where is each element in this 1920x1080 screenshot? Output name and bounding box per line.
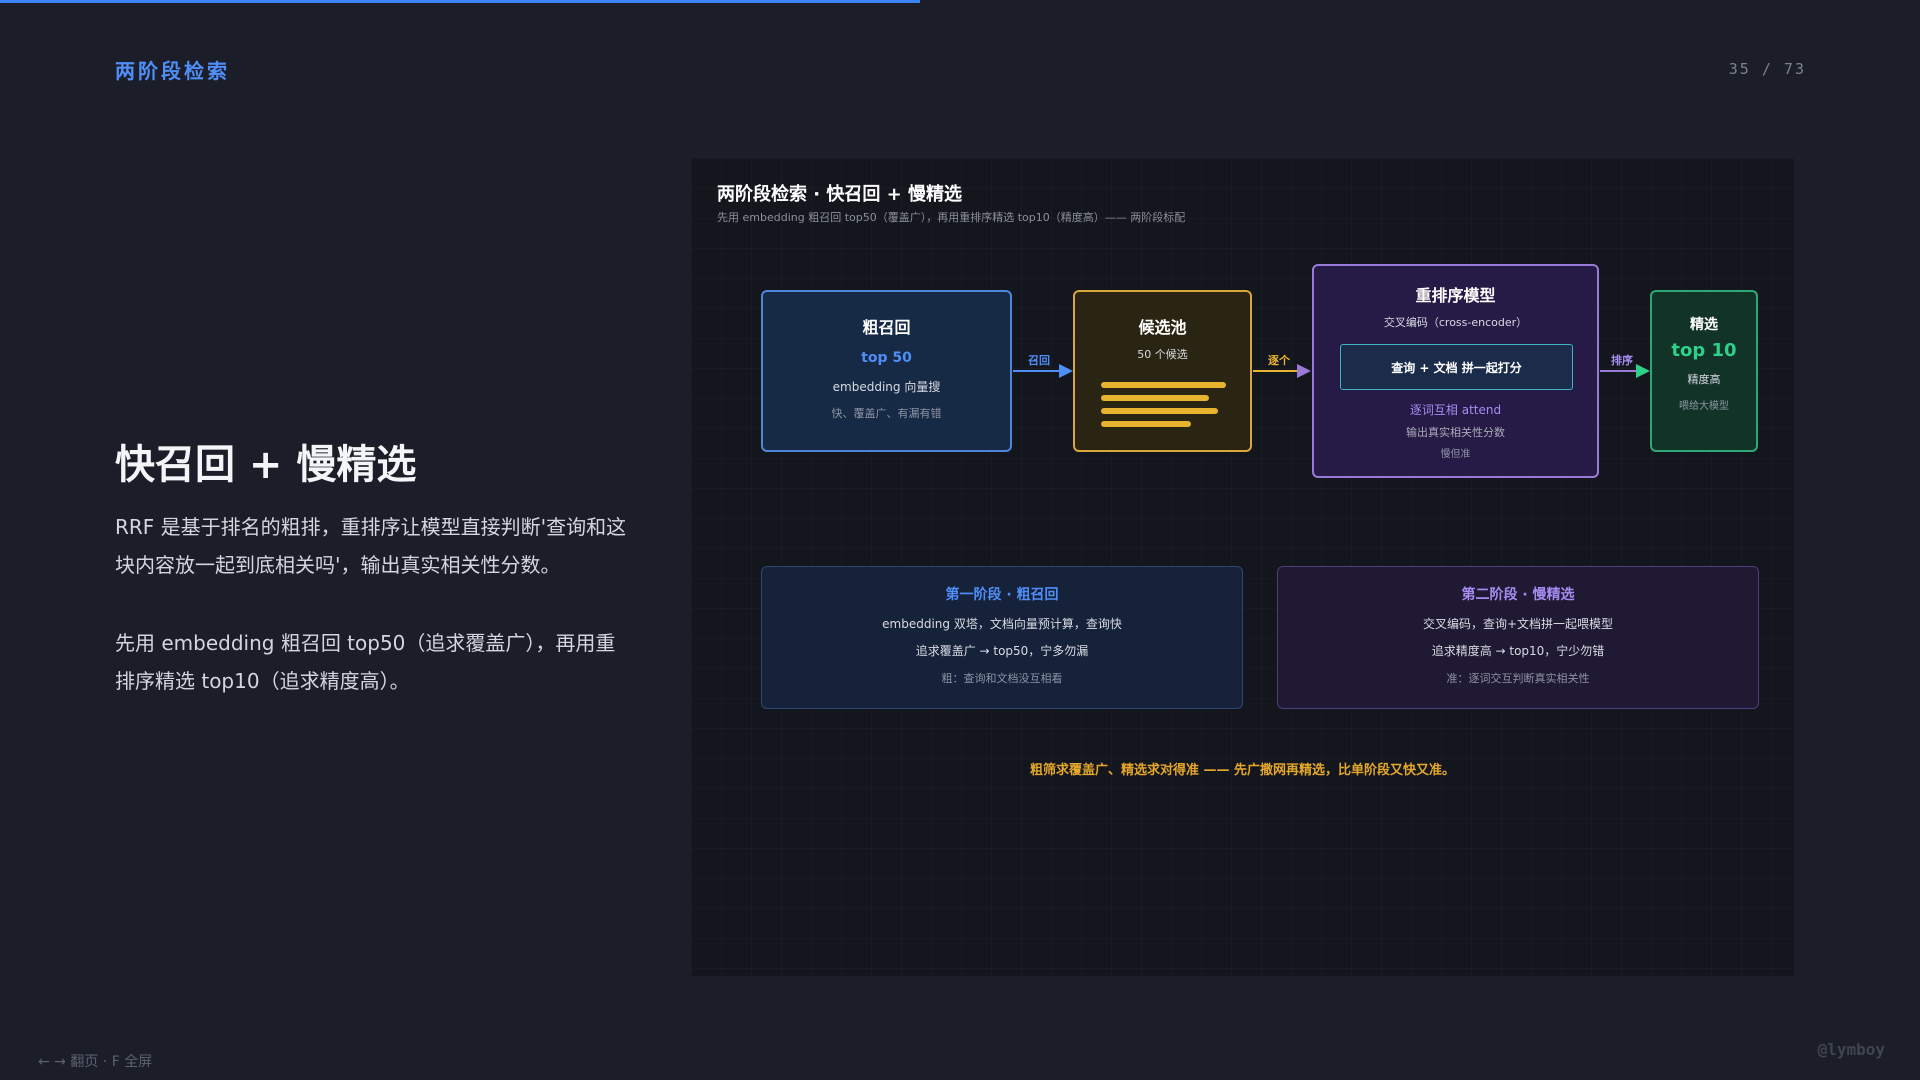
stage-1-title: 第一阶段 · 粗召回	[945, 587, 1059, 603]
reranker-box: 重排序模型 交叉编码（cross-encoder） 查询 + 文档 拼一起打分 …	[1312, 264, 1599, 478]
stage-1-card: 第一阶段 · 粗召回 embedding 双塔，文档向量预计算，查询快 追求覆盖…	[761, 566, 1243, 709]
stage-1-line2: 追求覆盖广 → top50，宁多勿漏	[915, 644, 1089, 658]
rerank-inner-box: 查询 + 文档 拼一起打分	[1340, 344, 1573, 390]
selected-box: 精选 top 10 精度高 喂给大模型	[1650, 290, 1758, 452]
stage-2-note: 准：逐词交互判断真实相关性	[1446, 672, 1590, 685]
candidate-bar	[1101, 408, 1218, 414]
rerank-note: 慢但准	[1440, 449, 1471, 460]
progress-fill	[0, 0, 920, 3]
candidate-bar	[1101, 395, 1209, 401]
page-counter: 35 / 73	[1728, 60, 1806, 78]
candidate-pool-box: 候选池 50 个候选	[1073, 290, 1252, 452]
stage-2-title: 第二阶段 · 慢精选	[1461, 587, 1575, 603]
arrow-label-sort: 排序	[1611, 354, 1633, 367]
candidate-bars	[1101, 382, 1226, 434]
diagram-title: 两阶段检索 · 快召回 + 慢精选	[717, 184, 962, 205]
rerank-highlight: 逐词互相 attend	[1409, 403, 1502, 417]
progress-bar	[0, 0, 1920, 3]
stage-1-note: 粗：查询和文档没互相看	[941, 672, 1063, 685]
stage-1-line1: embedding 双塔，文档向量预计算，查询快	[882, 617, 1122, 631]
stage-2-line2: 追求精度高 → top10，宁少勿错	[1431, 644, 1605, 658]
rerank-line: 交叉编码（cross-encoder）	[1383, 316, 1528, 329]
pool-line: 50 个候选	[1137, 348, 1188, 361]
paragraph-two-stage: 先用 embedding 粗召回 top50（追求覆盖广），再用重排序精选 to…	[115, 631, 616, 693]
paragraph-rrf: RRF 是基于排名的粗排，重排序让模型直接判断'查询和这块内容放一起到底相关吗'…	[115, 515, 627, 577]
rerank-line2: 输出真实相关性分数	[1406, 426, 1505, 439]
recall-line: embedding 向量搜	[832, 380, 941, 394]
pool-title: 候选池	[1138, 318, 1187, 337]
arrow-label-recall: 召回	[1028, 354, 1050, 367]
watermark: @lymboy	[1817, 1040, 1885, 1059]
diagram-panel: 两阶段检索 · 快召回 + 慢精选 先用 embedding 粗召回 top50…	[691, 158, 1794, 976]
recall-highlight: top 50	[861, 350, 912, 366]
stage-2-card: 第二阶段 · 慢精选 交叉编码，查询+文档拼一起喂模型 追求精度高 → top1…	[1277, 566, 1759, 709]
select-note: 喂给大模型	[1679, 401, 1729, 412]
recall-note: 快、覆盖广、有漏有错	[831, 407, 942, 420]
candidate-bar	[1101, 382, 1226, 388]
select-line: 精度高	[1687, 373, 1721, 386]
select-highlight: top 10	[1671, 340, 1737, 361]
nav-hint: ← → 翻页 · F 全屏	[38, 1054, 153, 1070]
rerank-title: 重排序模型	[1415, 286, 1496, 305]
candidate-bar	[1101, 421, 1191, 427]
slide-title: 快召回 + 慢精选	[115, 442, 417, 488]
section-title: 两阶段检索	[115, 59, 230, 83]
diagram-subtitle: 先用 embedding 粗召回 top50（覆盖广），再用重排序精选 top1…	[717, 211, 1186, 224]
stage-2-line1: 交叉编码，查询+文档拼一起喂模型	[1422, 617, 1614, 631]
select-title: 精选	[1690, 317, 1718, 333]
diagram-footer-note: 粗筛求覆盖广、精选求对得准 —— 先广撒网再精选，比单阶段又快又准。	[1029, 763, 1456, 778]
recall-title: 粗召回	[862, 318, 911, 337]
recall-box: 粗召回 top 50 embedding 向量搜 快、覆盖广、有漏有错	[761, 290, 1012, 452]
arrow-label-each: 逐个	[1268, 354, 1290, 367]
